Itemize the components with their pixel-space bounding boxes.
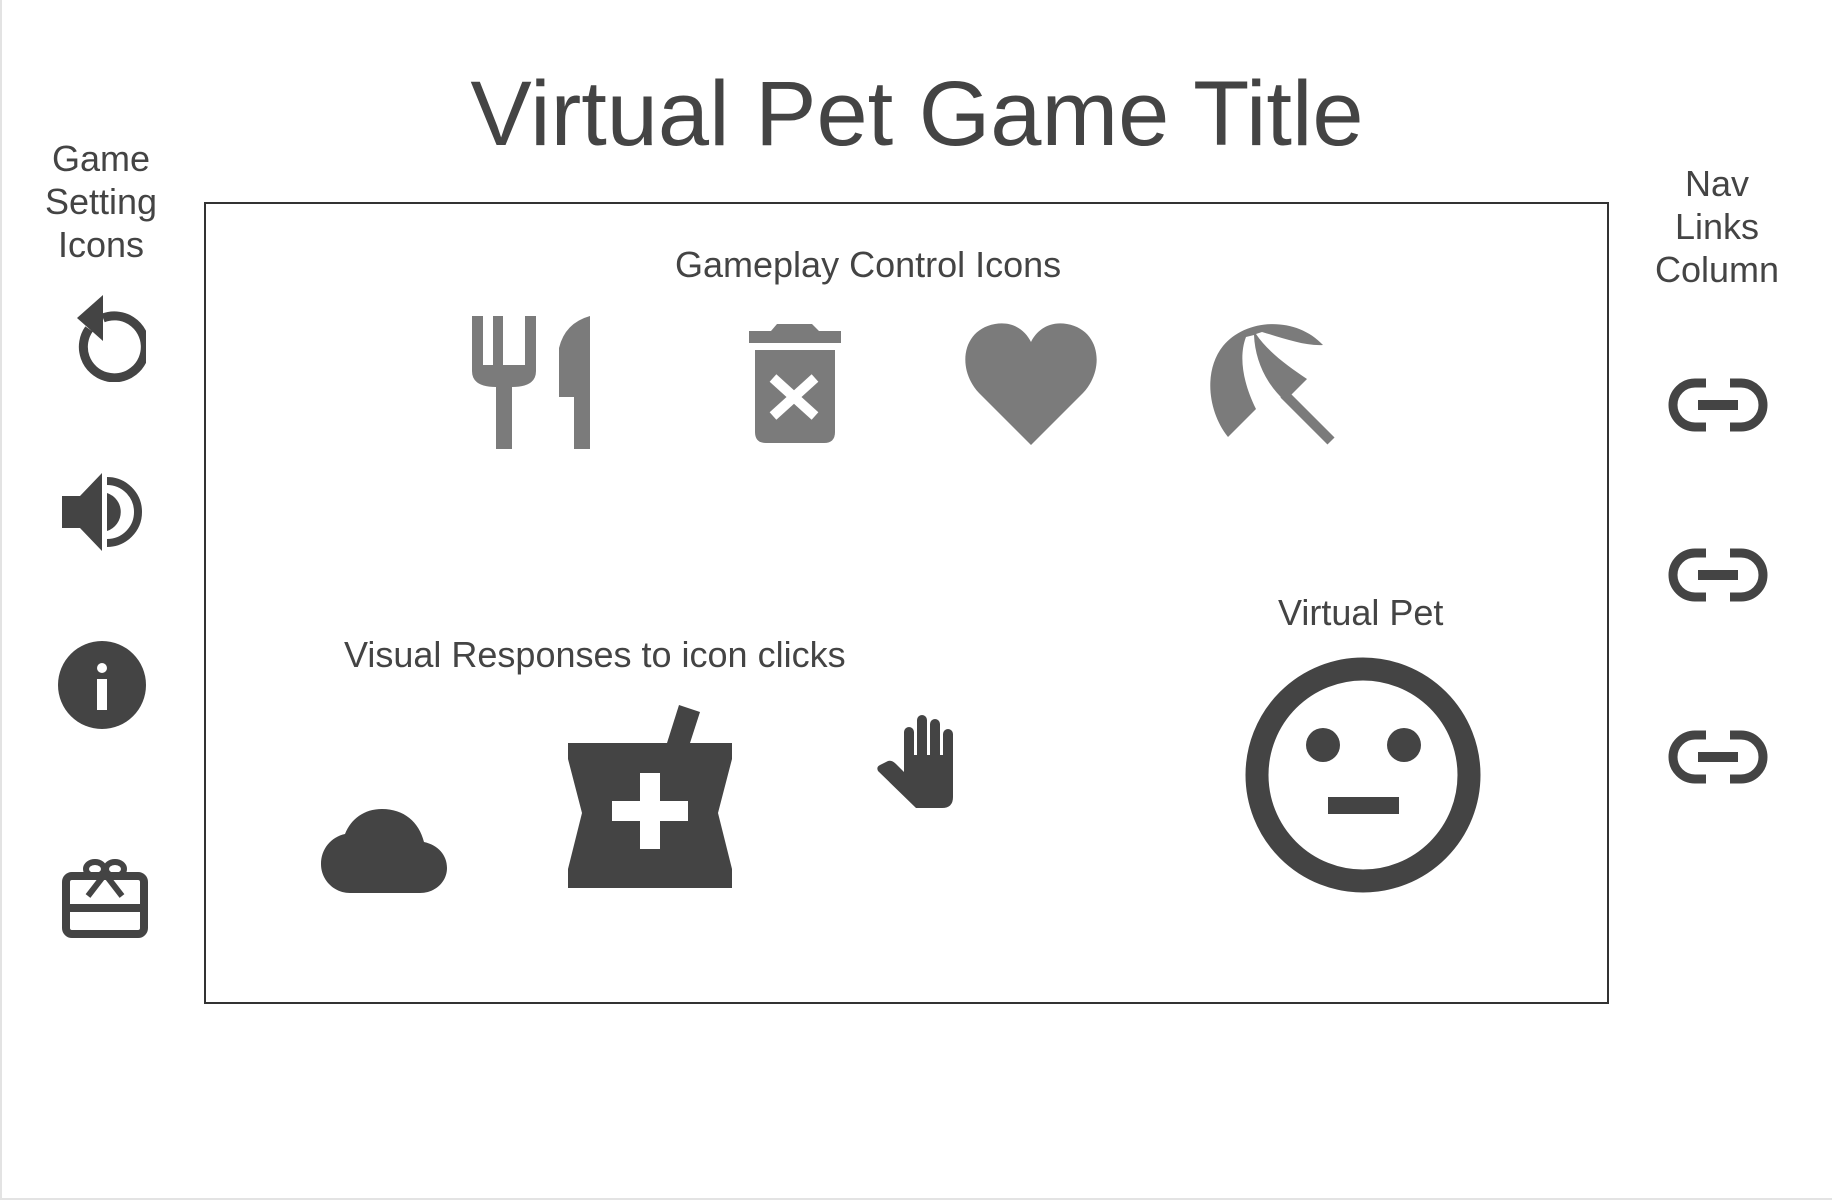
responses-label: Visual Responses to icon clicks xyxy=(344,634,846,675)
neutral-face-icon[interactable] xyxy=(1245,657,1481,893)
clean-icon[interactable] xyxy=(747,322,843,444)
gift-card-icon[interactable] xyxy=(62,858,148,938)
link-icon[interactable] xyxy=(1668,730,1768,784)
settings-label-text: Game Setting Icons xyxy=(44,138,158,265)
volume-icon[interactable] xyxy=(60,472,146,552)
play-icon[interactable] xyxy=(1208,322,1336,446)
nav-label-text: Nav Links Column xyxy=(1654,163,1780,290)
link-icon[interactable] xyxy=(1668,378,1768,432)
pet-hand-icon[interactable] xyxy=(876,715,964,809)
link-icon[interactable] xyxy=(1668,548,1768,602)
info-icon[interactable] xyxy=(58,641,146,729)
feed-icon[interactable] xyxy=(470,315,592,450)
virtual-pet-label: Virtual Pet xyxy=(1278,592,1444,633)
restart-icon[interactable] xyxy=(60,286,146,382)
page-title: Virtual Pet Game Title xyxy=(470,63,1364,165)
medicine-icon[interactable] xyxy=(567,705,733,889)
settings-column-label: Game Setting Icons xyxy=(30,137,172,266)
love-icon[interactable] xyxy=(963,322,1099,446)
nav-column-label: Nav Links Column xyxy=(1622,162,1812,291)
gameplay-controls-label: Gameplay Control Icons xyxy=(675,244,1062,285)
cloud-icon[interactable] xyxy=(320,808,448,894)
